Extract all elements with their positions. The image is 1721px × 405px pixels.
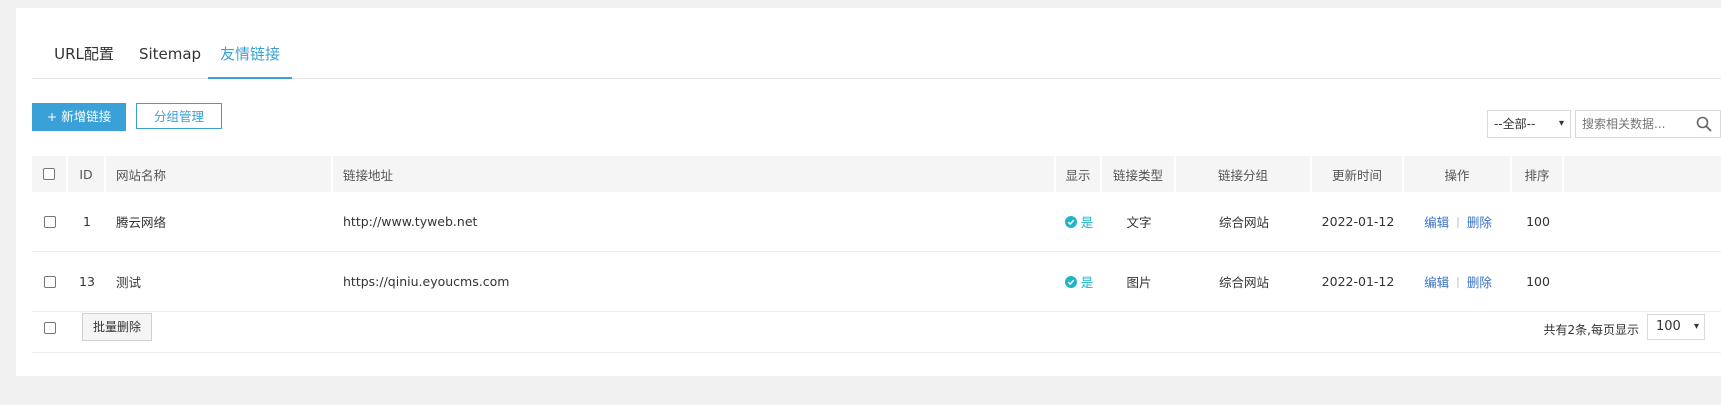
col-show: 显示 xyxy=(1056,156,1102,192)
cell-url: https://qiniu.eyoucms.com xyxy=(343,274,510,289)
filter-select[interactable]: --全部-- ▾ xyxy=(1487,110,1571,138)
cell-order[interactable]: 100 xyxy=(1512,252,1564,311)
col-name: 网站名称 xyxy=(106,156,333,192)
action-divider: | xyxy=(1456,275,1460,288)
col-group: 链接分组 xyxy=(1176,156,1312,192)
cell-group: 综合网站 xyxy=(1218,275,1269,290)
cell-type: 文字 xyxy=(1126,215,1152,230)
col-order: 排序 xyxy=(1512,156,1564,192)
tab-sitemap[interactable]: Sitemap xyxy=(136,30,204,78)
cell-id: 1 xyxy=(83,214,91,229)
row-checkbox[interactable] xyxy=(44,275,56,288)
row-select-cell xyxy=(32,192,68,251)
row-select-cell xyxy=(32,252,68,311)
show-status[interactable]: 是 xyxy=(1064,272,1094,291)
edit-link[interactable]: 编辑 xyxy=(1424,272,1449,291)
select-all-checkbox[interactable] xyxy=(43,168,55,180)
check-circle-icon xyxy=(1064,215,1077,228)
table-footer: 批量删除 共有2条,每页显示 100 ▾ xyxy=(32,310,1721,353)
cell-show: 是 xyxy=(1056,252,1102,311)
chevron-down-icon: ▾ xyxy=(1558,118,1564,129)
total-count-text: 共有2条,每页显示 xyxy=(1543,323,1639,337)
footer-select-all-checkbox[interactable] xyxy=(44,322,56,334)
check-circle-icon xyxy=(1064,275,1077,288)
cell-type: 图片 xyxy=(1126,275,1152,290)
show-status[interactable]: 是 xyxy=(1064,212,1094,231)
cell-order[interactable]: 100 xyxy=(1512,192,1564,251)
cell-name: 测试 xyxy=(116,275,142,290)
cell-id: 13 xyxy=(79,274,95,289)
cell-group: 综合网站 xyxy=(1218,215,1269,230)
action-divider: | xyxy=(1456,215,1460,228)
cell-actions: 编辑 | 删除 xyxy=(1404,192,1512,251)
delete-link[interactable]: 删除 xyxy=(1467,212,1492,231)
search-input[interactable] xyxy=(1576,111,1698,137)
group-manage-button[interactable]: 分组管理 xyxy=(136,103,222,129)
main-panel: URL配置 Sitemap 友情链接 + 新增链接 分组管理 --全部-- ▾ … xyxy=(16,8,1721,376)
tab-bar: URL配置 Sitemap 友情链接 xyxy=(32,30,1721,79)
col-actions: 操作 xyxy=(1404,156,1512,192)
table-row: 1 腾云网络 http://www.tyweb.net 是 文字 综合网站 20… xyxy=(32,192,1721,252)
select-all-cell xyxy=(32,156,68,192)
col-updated: 更新时间 xyxy=(1312,156,1404,192)
search-box xyxy=(1575,110,1721,138)
cell-actions: 编辑 | 删除 xyxy=(1404,252,1512,311)
search-icon[interactable] xyxy=(1696,116,1712,132)
cell-updated: 2022-01-12 xyxy=(1321,274,1395,289)
edit-link[interactable]: 编辑 xyxy=(1424,212,1449,231)
show-label: 是 xyxy=(1080,275,1094,290)
tab-url-config[interactable]: URL配置 xyxy=(44,30,124,78)
add-link-button[interactable]: + 新增链接 xyxy=(32,103,126,131)
chevron-down-icon: ▾ xyxy=(1693,321,1699,332)
show-label: 是 xyxy=(1080,215,1094,230)
col-type: 链接类型 xyxy=(1102,156,1176,192)
table-row: 13 测试 https://qiniu.eyoucms.com 是 图片 综合网… xyxy=(32,252,1721,312)
row-checkbox[interactable] xyxy=(44,215,56,228)
cell-name: 腾云网络 xyxy=(116,215,167,230)
page-size-select[interactable]: 100 ▾ xyxy=(1647,314,1705,340)
batch-delete-button[interactable]: 批量删除 xyxy=(82,313,152,341)
page-size-value: 100 xyxy=(1656,319,1681,334)
col-id: ID xyxy=(68,156,106,192)
delete-link[interactable]: 删除 xyxy=(1467,272,1492,291)
table-header: ID 网站名称 链接地址 显示 链接类型 链接分组 更新时间 操作 排序 xyxy=(32,156,1721,192)
col-url: 链接地址 xyxy=(333,156,1056,192)
cell-show: 是 xyxy=(1056,192,1102,251)
cell-url: http://www.tyweb.net xyxy=(343,214,478,229)
tab-friend-links[interactable]: 友情链接 xyxy=(208,30,292,79)
cell-updated: 2022-01-12 xyxy=(1321,214,1395,229)
filter-select-value: --全部-- xyxy=(1494,117,1536,131)
